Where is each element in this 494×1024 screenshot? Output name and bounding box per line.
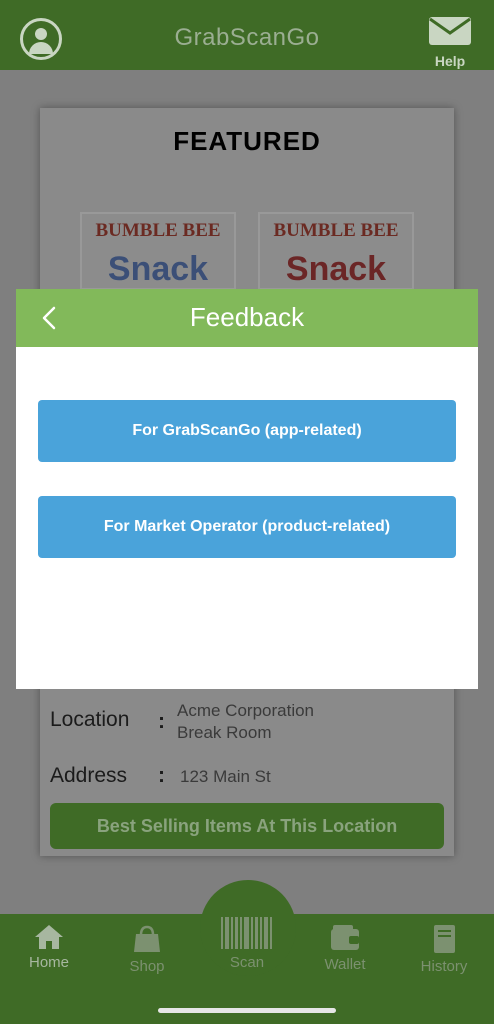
nav-home-label: Home	[28, 954, 69, 971]
product-name: Snack	[285, 250, 387, 288]
nav-history[interactable]: History	[404, 924, 484, 975]
home-indicator	[158, 1008, 336, 1013]
address-value: 123 Main St	[180, 767, 271, 786]
help-label: Help	[434, 53, 466, 69]
mail-icon	[429, 17, 471, 45]
modal-header: Feedback	[16, 289, 478, 347]
featured-title: FEATURED	[173, 126, 321, 156]
nav-wallet-label: Wallet	[324, 956, 366, 973]
nav-scan-label: Scan	[229, 954, 265, 971]
nav-wallet[interactable]: Wallet	[305, 924, 385, 973]
book-icon	[434, 925, 455, 953]
product-brand: BUMBLE BEE	[273, 220, 399, 241]
help-button[interactable]: Help	[426, 16, 474, 69]
top-bar: GrabScanGo Help	[0, 0, 494, 70]
location-value-line2: Break Room	[177, 723, 272, 742]
nav-home[interactable]: Home	[9, 924, 89, 971]
location-value-line1: Acme Corporation	[177, 701, 315, 720]
home-icon	[35, 925, 63, 949]
feedback-modal: Feedback For GrabScanGo (app-related) Fo…	[16, 289, 478, 689]
nav-shop-label: Shop	[129, 958, 165, 975]
nav-shop[interactable]: Shop	[107, 924, 187, 975]
barcode-icon	[221, 917, 272, 949]
address-separator: :	[158, 764, 165, 787]
feedback-app-button[interactable]: For GrabScanGo (app-related)	[38, 400, 456, 462]
address-label: Address	[50, 764, 128, 787]
featured-product-1[interactable]: BUMBLE BEE Snack	[80, 212, 236, 290]
wallet-icon	[331, 925, 359, 950]
product-brand: BUMBLE BEE	[95, 220, 221, 241]
featured-product-2[interactable]: BUMBLE BEE Snack	[258, 212, 414, 290]
nav-scan[interactable]: Scan	[207, 916, 287, 971]
feedback-operator-button[interactable]: For Market Operator (product-related)	[38, 496, 456, 558]
shopping-bag-icon	[134, 925, 160, 952]
modal-title: Feedback	[189, 302, 305, 332]
product-name: Snack	[107, 250, 209, 288]
location-label: Location	[50, 708, 130, 731]
app-title: GrabScanGo	[174, 24, 320, 51]
location-separator: :	[158, 710, 165, 733]
best-selling-button[interactable]: Best Selling Items At This Location	[50, 803, 444, 849]
nav-history-label: History	[420, 958, 468, 975]
